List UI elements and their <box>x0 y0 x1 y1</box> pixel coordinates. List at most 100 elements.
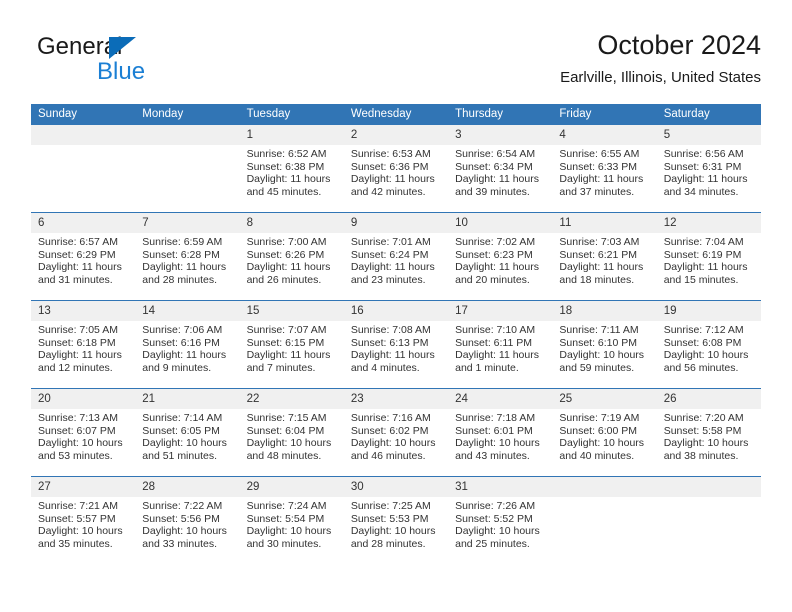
daylight-text-line2: and 43 minutes. <box>455 449 530 462</box>
daylight-text-line1: Daylight: 10 hours <box>350 437 436 450</box>
day-number: 6 <box>31 213 136 233</box>
calendar-cell-day[interactable]: 25 Sunrise: 7:19 AM Sunset: 6:00 PM Dayligh… <box>552 388 657 477</box>
calendar-cell-day[interactable]: 10 Sunrise: 7:02 AM Sunset: 6:23 PM Dayligh… <box>448 212 553 301</box>
day-cell: 28 Sunrise: 7:22 AM Sunset: 5:56 PM Dayligh… <box>135 477 240 564</box>
calendar-cell-day[interactable]: 2 Sunrise: 6:53 AM Sunset: 6:36 PM Daylight… <box>343 125 449 213</box>
calendar-cell-day[interactable]: 12 Sunrise: 7:04 AM Sunset: 6:19 PM Dayligh… <box>656 212 761 301</box>
day-number <box>552 477 657 497</box>
calendar-cell-day[interactable]: 15 Sunrise: 7:07 AM Sunset: 6:15 PM Dayligh… <box>239 300 344 389</box>
sunrise-text: Sunrise: 7:08 AM <box>350 324 431 336</box>
calendar-cell-day[interactable]: 28 Sunrise: 7:22 AM Sunset: 5:56 PM Dayligh… <box>135 476 240 564</box>
calendar-cell-day[interactable]: 18 Sunrise: 7:11 AM Sunset: 6:10 PM Dayligh… <box>552 300 657 389</box>
calendar-cell-day[interactable]: 27 Sunrise: 7:21 AM Sunset: 5:57 PM Dayligh… <box>31 476 136 564</box>
calendar-cell-day[interactable]: 7 Sunrise: 6:59 AM Sunset: 6:28 PM Daylight… <box>135 212 240 301</box>
day-sun-info: Sunrise: 7:21 AM Sunset: 5:57 PM Daylight:… <box>31 497 135 550</box>
calendar-cell-day[interactable]: 19 Sunrise: 7:12 AM Sunset: 6:08 PM Dayligh… <box>656 300 761 389</box>
day-number: 5 <box>656 125 761 145</box>
calendar-cell-day[interactable]: 14 Sunrise: 7:06 AM Sunset: 6:16 PM Dayligh… <box>135 300 240 389</box>
calendar-cell-day[interactable]: 29 Sunrise: 7:24 AM Sunset: 5:54 PM Dayligh… <box>239 476 344 564</box>
daylight-text-line2: and 18 minutes. <box>559 273 635 286</box>
day-sun-info: Sunrise: 7:03 AM Sunset: 6:21 PM Daylight:… <box>552 233 656 286</box>
sunset-text: Sunset: 6:16 PM <box>142 336 220 349</box>
calendar-cell-day[interactable]: 8 Sunrise: 7:00 AM Sunset: 6:26 PM Daylight… <box>239 212 344 301</box>
sunrise-text: Sunrise: 7:21 AM <box>38 500 118 512</box>
day-number: 22 <box>239 389 344 409</box>
day-cell: 11 Sunrise: 7:03 AM Sunset: 6:21 PM Dayligh… <box>552 213 657 300</box>
calendar-cell-day[interactable]: 22 Sunrise: 7:15 AM Sunset: 6:04 PM Dayligh… <box>239 388 344 477</box>
daylight-text-line1: Daylight: 11 hours <box>663 173 748 186</box>
day-cell: 1 Sunrise: 6:52 AM Sunset: 6:38 PM Daylight… <box>239 125 344 212</box>
calendar-cell-day[interactable]: 21 Sunrise: 7:14 AM Sunset: 6:05 PM Dayligh… <box>135 388 240 477</box>
page-subtitle: Earlville, Illinois, United States <box>560 69 761 86</box>
calendar-cell-day[interactable]: 1 Sunrise: 6:52 AM Sunset: 6:38 PM Daylight… <box>239 125 344 213</box>
day-cell: 7 Sunrise: 6:59 AM Sunset: 6:28 PM Daylight… <box>135 213 240 300</box>
calendar-cell-day[interactable]: 3 Sunrise: 6:54 AM Sunset: 6:34 PM Daylight… <box>448 125 553 213</box>
calendar-body: 1 Sunrise: 6:52 AM Sunset: 6:38 PM Daylight… <box>31 125 761 564</box>
daylight-text-line2: and 28 minutes. <box>142 273 217 286</box>
day-number: 8 <box>239 213 344 233</box>
day-number: 20 <box>31 389 136 409</box>
day-sun-info: Sunrise: 7:22 AM Sunset: 5:56 PM Daylight:… <box>135 497 239 550</box>
calendar-cell-day[interactable]: 20 Sunrise: 7:13 AM Sunset: 6:07 PM Dayligh… <box>31 388 136 477</box>
calendar-cell-day[interactable]: 4 Sunrise: 6:55 AM Sunset: 6:33 PM Daylight… <box>552 125 657 213</box>
day-sun-info: Sunrise: 6:54 AM Sunset: 6:34 PM Daylight:… <box>448 145 552 198</box>
sunset-text: Sunset: 6:15 PM <box>246 336 325 349</box>
sunset-text: Sunset: 6:13 PM <box>350 336 429 349</box>
daylight-text-line1: Daylight: 11 hours <box>455 173 539 186</box>
sunset-text: Sunset: 6:31 PM <box>663 160 742 173</box>
day-sun-info: Sunrise: 7:19 AM Sunset: 6:00 PM Daylight:… <box>552 409 656 462</box>
calendar-cell-day[interactable]: 13 Sunrise: 7:05 AM Sunset: 6:18 PM Dayligh… <box>31 300 136 389</box>
daylight-text-line2: and 53 minutes. <box>38 449 113 462</box>
calendar-cell-day[interactable]: 31 Sunrise: 7:26 AM Sunset: 5:52 PM Dayligh… <box>448 476 553 564</box>
day-sun-info: Sunrise: 7:11 AM Sunset: 6:10 PM Daylight:… <box>552 321 656 374</box>
day-number: 19 <box>656 301 761 321</box>
day-number: 3 <box>448 125 553 145</box>
calendar-week-row: 13 Sunrise: 7:05 AM Sunset: 6:18 PM Dayligh… <box>31 300 761 389</box>
daylight-text-line1: Daylight: 11 hours <box>246 261 331 274</box>
calendar-cell-day[interactable]: 6 Sunrise: 6:57 AM Sunset: 6:29 PM Daylight… <box>31 212 136 301</box>
sunrise-text: Sunrise: 7:22 AM <box>142 500 223 512</box>
day-cell: 16 Sunrise: 7:08 AM Sunset: 6:13 PM Dayligh… <box>343 301 449 388</box>
sunrise-text: Sunrise: 7:18 AM <box>455 412 536 424</box>
day-sun-info: Sunrise: 7:05 AM Sunset: 6:18 PM Daylight:… <box>31 321 135 374</box>
day-number: 1 <box>239 125 344 145</box>
day-number: 18 <box>552 301 657 321</box>
daylight-text-line2: and 25 minutes. <box>455 537 530 550</box>
calendar-cell-day[interactable]: 16 Sunrise: 7:08 AM Sunset: 6:13 PM Dayligh… <box>343 300 449 389</box>
day-sun-info: Sunrise: 7:10 AM Sunset: 6:11 PM Daylight:… <box>448 321 552 374</box>
sunset-text: Sunset: 6:08 PM <box>663 336 742 349</box>
calendar-page: General Blue October 2024 Earlville, Ill… <box>0 0 792 612</box>
sunset-text: Sunset: 6:05 PM <box>142 424 220 437</box>
calendar-cell-day[interactable]: 5 Sunrise: 6:56 AM Sunset: 6:31 PM Daylight… <box>656 125 761 213</box>
daylight-text-line1: Daylight: 11 hours <box>246 349 331 362</box>
calendar-cell-day[interactable]: 9 Sunrise: 7:01 AM Sunset: 6:24 PM Daylight… <box>343 212 449 301</box>
day-cell: 13 Sunrise: 7:05 AM Sunset: 6:18 PM Dayligh… <box>31 301 136 388</box>
day-sun-info: Sunrise: 7:25 AM Sunset: 5:53 PM Daylight:… <box>344 497 448 550</box>
daylight-text-line1: Daylight: 11 hours <box>455 261 539 274</box>
sunrise-text: Sunrise: 7:12 AM <box>663 324 744 336</box>
sunrise-text: Sunrise: 7:25 AM <box>350 500 431 512</box>
calendar-week-row: 27 Sunrise: 7:21 AM Sunset: 5:57 PM Dayligh… <box>31 476 761 564</box>
day-cell: 15 Sunrise: 7:07 AM Sunset: 6:15 PM Dayligh… <box>239 301 344 388</box>
day-number: 10 <box>448 213 553 233</box>
daylight-text-line2: and 38 minutes. <box>663 449 739 462</box>
calendar-cell-day[interactable]: 11 Sunrise: 7:03 AM Sunset: 6:21 PM Dayligh… <box>552 212 657 301</box>
day-cell: 3 Sunrise: 6:54 AM Sunset: 6:34 PM Daylight… <box>448 125 553 212</box>
sunrise-text: Sunrise: 6:54 AM <box>455 148 536 160</box>
sunset-text: Sunset: 6:18 PM <box>38 336 116 349</box>
sunset-text: Sunset: 6:24 PM <box>350 248 429 261</box>
day-number: 15 <box>239 301 344 321</box>
daylight-text-line1: Daylight: 10 hours <box>455 525 540 538</box>
day-cell: 4 Sunrise: 6:55 AM Sunset: 6:33 PM Daylight… <box>552 125 657 212</box>
calendar-week-row: 20 Sunrise: 7:13 AM Sunset: 6:07 PM Dayligh… <box>31 388 761 477</box>
calendar-cell-day[interactable]: 23 Sunrise: 7:16 AM Sunset: 6:02 PM Dayligh… <box>343 388 449 477</box>
day-cell: 27 Sunrise: 7:21 AM Sunset: 5:57 PM Dayligh… <box>31 477 136 564</box>
day-cell <box>135 125 240 212</box>
daylight-text-line2: and 23 minutes. <box>350 273 426 286</box>
day-cell <box>552 477 657 564</box>
calendar-cell-day[interactable]: 30 Sunrise: 7:25 AM Sunset: 5:53 PM Dayligh… <box>343 476 449 564</box>
day-sun-info: Sunrise: 7:07 AM Sunset: 6:15 PM Daylight:… <box>240 321 344 374</box>
calendar-cell-day[interactable]: 26 Sunrise: 7:20 AM Sunset: 5:58 PM Dayligh… <box>656 388 761 477</box>
calendar-cell-day[interactable]: 24 Sunrise: 7:18 AM Sunset: 6:01 PM Dayligh… <box>448 388 553 477</box>
calendar-cell-day[interactable]: 17 Sunrise: 7:10 AM Sunset: 6:11 PM Dayligh… <box>448 300 553 389</box>
